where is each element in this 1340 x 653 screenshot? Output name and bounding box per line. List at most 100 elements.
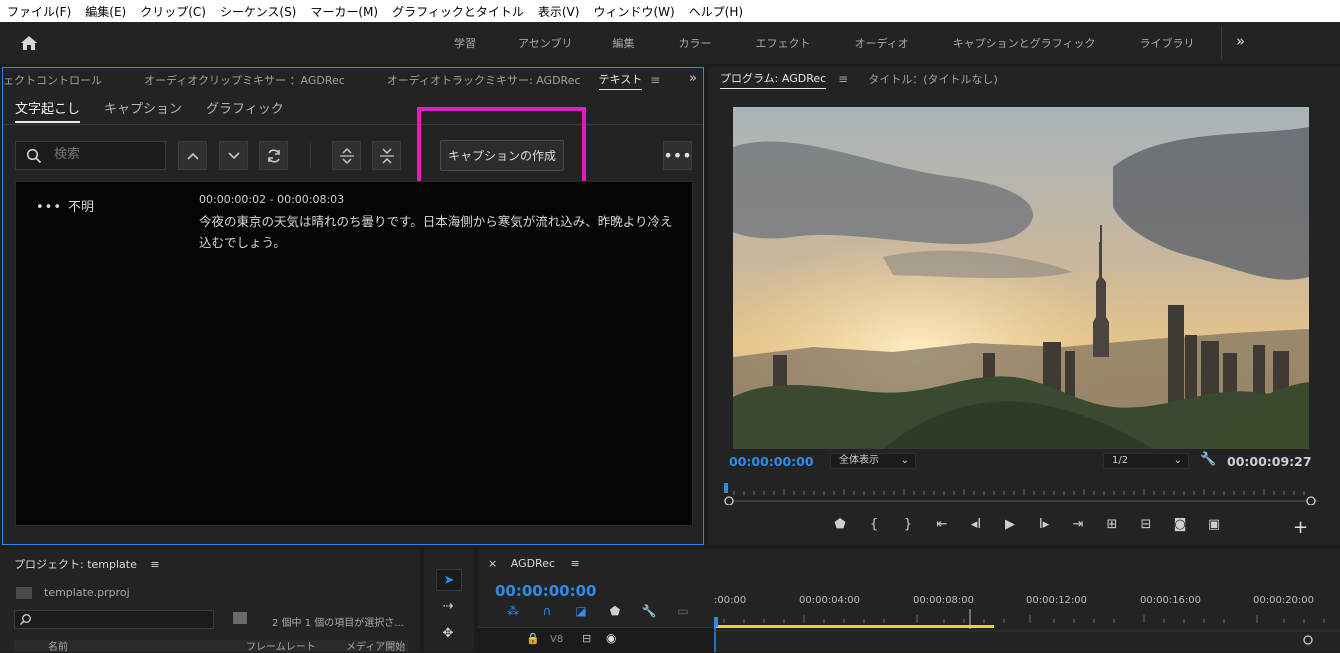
column-framerate[interactable]: フレームレート <box>246 638 316 653</box>
tab-text[interactable]: テキスト <box>598 71 643 90</box>
expand-segments-button[interactable] <box>332 141 361 170</box>
workspaces-more-icon[interactable]: » <box>1236 32 1245 50</box>
tab-effect-controls[interactable]: ェクトコントロール <box>3 72 102 88</box>
ws-audio[interactable]: オーディオ <box>854 35 908 51</box>
lock-icon[interactable]: 🔒 <box>526 632 540 645</box>
panel-menu-icon[interactable]: ≡ <box>571 557 580 570</box>
menu-clip[interactable]: クリップ(C) <box>133 3 213 20</box>
linked-selection-icon[interactable]: ◪ <box>564 604 598 618</box>
transcript-area: ••• 不明 00:00:00:02 - 00:00:08:03 今夜の東京の天気… <box>15 181 693 526</box>
resolution-select[interactable]: 1/2 ⌄ <box>1103 453 1189 469</box>
prev-result-button[interactable] <box>178 141 207 170</box>
tab-title[interactable]: タイトル：(タイトルなし) <box>868 71 998 87</box>
tab-captions[interactable]: キャプション <box>104 98 182 123</box>
wrench-icon[interactable]: 🔧 <box>632 604 666 618</box>
snap-magnet-icon[interactable]: ∩ <box>530 604 564 618</box>
ws-assembly[interactable]: アセンブリ <box>518 35 572 51</box>
timeline-ruler[interactable]: :00:00 00:00:04:00 00:00:08:00 00:00:12:… <box>714 587 1340 652</box>
zoom-select[interactable]: 全体表示 ⌄ <box>830 453 916 469</box>
more-options-button[interactable]: ••• <box>663 141 692 170</box>
project-search-input[interactable] <box>14 610 214 629</box>
home-icon[interactable] <box>18 32 40 54</box>
collapse-segments-button[interactable] <box>372 141 401 170</box>
project-file: template.prproj <box>44 586 130 599</box>
sequence-name: AGDRec <box>510 557 556 570</box>
project-columns: 名前 フレームレート メディア開始 <box>14 638 408 653</box>
go-to-out-icon[interactable]: ⇥ <box>1061 517 1095 532</box>
replace-button[interactable] <box>259 141 288 170</box>
nest-icon[interactable]: ⁂ <box>496 604 530 618</box>
program-monitor: プログラム: AGDRec ≡ タイトル：(タイトルなし) 00:00:00:0… <box>708 67 1340 545</box>
close-icon[interactable]: × <box>488 557 497 570</box>
tab-audio-clip-mixer[interactable]: オーディオクリップミキサー ：AGDRec <box>144 72 345 88</box>
playhead-timecode[interactable]: 00:00:00:00 <box>729 454 814 469</box>
tab-graphics[interactable]: グラフィック <box>206 98 284 123</box>
compare-icon[interactable]: ▣ <box>1197 517 1231 532</box>
search-input[interactable] <box>52 146 156 163</box>
step-forward-icon[interactable]: I▸ <box>1027 517 1061 532</box>
go-to-in-icon[interactable]: ⇤ <box>925 517 959 532</box>
panel-menu-icon[interactable]: ≡ <box>150 558 159 571</box>
speaker-menu-icon[interactable]: ••• <box>36 200 62 215</box>
ripple-edit-tool-icon[interactable]: ✥ <box>436 623 460 643</box>
panel-menu-icon[interactable]: ≡ <box>838 72 848 86</box>
panel-overflow-icon[interactable]: » <box>689 71 697 86</box>
menu-view[interactable]: 表示(V) <box>531 3 587 20</box>
column-media-start[interactable]: メディア開始 <box>346 638 405 653</box>
transcript-search[interactable] <box>15 141 166 170</box>
sequence-tab[interactable]: × AGDRec ≡ <box>488 557 580 570</box>
timeline-toolbar: ⁂ ∩ ◪ ⬟ 🔧 ▭ <box>496 604 700 618</box>
ws-learn[interactable]: 学習 <box>454 35 476 51</box>
menu-file[interactable]: ファイル(F) <box>0 3 78 20</box>
step-back-icon[interactable]: ◂I <box>959 517 993 532</box>
menu-marker[interactable]: マーカー(M) <box>303 3 385 20</box>
menu-bar: ファイル(F) 編集(E) クリップ(C) シーケンス(S) マーカー(M) グ… <box>0 0 1340 22</box>
search-icon <box>26 148 42 164</box>
ws-libraries[interactable]: ライブラリ <box>1139 35 1194 51</box>
tools-panel: ➤ ⇢ ✥ <box>424 549 474 652</box>
ruler-label: 00:00:04:00 <box>799 595 861 606</box>
panel-menu-icon[interactable]: ≡ <box>650 73 660 87</box>
extract-icon[interactable]: ⊟ <box>1129 517 1163 532</box>
segment-text[interactable]: 今夜の東京の天気は晴れのち曇りです。日本海側から寒気が流れ込み、昨晩より冷え込む… <box>199 211 684 253</box>
tab-program[interactable]: プログラム: AGDRec <box>720 70 827 89</box>
mark-in-icon[interactable]: { <box>857 517 891 532</box>
track-select-tool-icon[interactable]: ⇢ <box>436 596 460 616</box>
sync-icon[interactable]: ⊟ <box>582 632 591 645</box>
zoom-value: 全体表示 <box>839 455 879 466</box>
ws-color[interactable]: カラー <box>678 35 711 51</box>
camera-icon[interactable]: ◙ <box>1163 517 1197 532</box>
ws-captions[interactable]: キャプションとグラフィック <box>953 35 1096 51</box>
timeline-timecode[interactable]: 00:00:00:00 <box>495 582 597 600</box>
new-bin-icon[interactable] <box>233 612 247 624</box>
more-icon: ••• <box>663 146 692 165</box>
ws-editing[interactable]: 編集 <box>612 35 634 51</box>
mark-out-icon[interactable]: } <box>891 517 925 532</box>
menu-help[interactable]: ヘルプ(H) <box>682 3 750 20</box>
menu-sequence[interactable]: シーケンス(S) <box>213 3 303 20</box>
speaker-name: 不明 <box>68 200 95 215</box>
captions-icon[interactable]: ▭ <box>666 604 700 618</box>
project-title[interactable]: プロジェクト: template ≡ <box>14 556 160 572</box>
divider <box>3 124 703 125</box>
lift-icon[interactable]: ⊞ <box>1095 517 1129 532</box>
add-marker-icon[interactable]: ⬟ <box>598 604 632 618</box>
add-marker-icon[interactable]: ⬟ <box>823 517 857 532</box>
play-icon[interactable]: ▶ <box>993 517 1027 532</box>
program-time-ruler[interactable] <box>724 483 1318 506</box>
transport-controls: ⬟ { } ⇤ ◂I ▶ I▸ ⇥ ⊞ ⊟ ◙ ▣ <box>823 517 1231 532</box>
next-result-button[interactable] <box>219 141 248 170</box>
eye-icon[interactable]: ◉ <box>606 631 616 645</box>
column-name[interactable]: 名前 <box>48 638 68 653</box>
tab-transcript[interactable]: 文字起こし <box>15 98 81 123</box>
menu-graphics[interactable]: グラフィックとタイトル <box>385 3 531 20</box>
wrench-icon[interactable]: 🔧 <box>1200 452 1216 467</box>
menu-window[interactable]: ウィンドウ(W) <box>586 3 681 20</box>
ws-effects[interactable]: エフェクト <box>755 35 810 51</box>
speaker-label[interactable]: ••• 不明 <box>36 196 94 215</box>
menu-edit[interactable]: 編集(E) <box>78 3 133 20</box>
selection-tool-icon[interactable]: ➤ <box>436 569 462 591</box>
tab-audio-track-mixer[interactable]: オーディオトラックミキサー: AGDRec <box>387 72 581 88</box>
add-button-icon[interactable]: + <box>1293 517 1308 538</box>
text-subtabs: 文字起こし キャプション グラフィック <box>15 98 308 123</box>
